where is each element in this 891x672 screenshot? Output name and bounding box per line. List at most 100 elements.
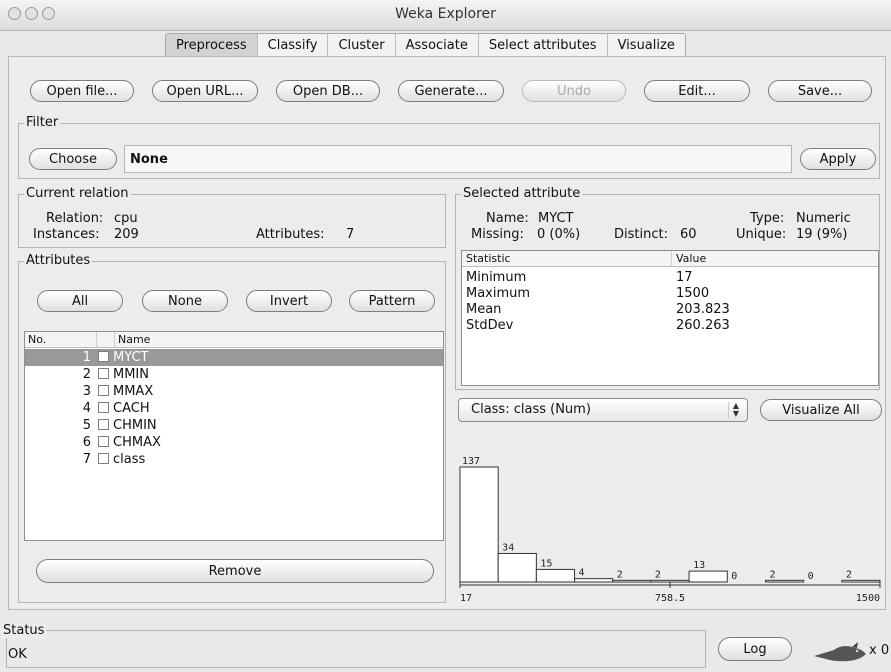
- attribute-row[interactable]: 5 CHMIN: [25, 417, 443, 434]
- status-title: Status: [1, 623, 47, 638]
- histogram-bar-label: 34: [502, 542, 514, 553]
- class-select[interactable]: Class: class (Num) ▲ ▼: [458, 398, 748, 422]
- attribute-no: 1: [82, 350, 91, 365]
- histogram-bar-label: 0: [808, 571, 814, 582]
- statistic-value: 260.263: [676, 318, 730, 333]
- histogram-bar: [497, 552, 537, 583]
- task-count: x 0: [869, 643, 890, 658]
- attribute-name: MMAX: [113, 384, 154, 399]
- apply-filter-button[interactable]: Apply: [800, 148, 876, 170]
- attr-type-value: Numeric: [796, 211, 851, 226]
- filter-field[interactable]: None: [124, 145, 792, 173]
- statistic-row: StdDev 260.263: [462, 318, 878, 333]
- statistic-name: Mean: [466, 302, 502, 317]
- attribute-no: 4: [82, 401, 91, 416]
- remove-button[interactable]: Remove: [36, 559, 434, 583]
- open-file-button[interactable]: Open file...: [30, 80, 134, 102]
- save-button[interactable]: Save...: [768, 80, 872, 102]
- attr-unique-label: Unique:: [736, 227, 787, 242]
- invert-selection-button[interactable]: Invert: [246, 290, 332, 312]
- attr-type-label: Type:: [750, 211, 785, 226]
- attribute-histogram: 137 34 15 4 2 2 13 0 2 0 2 17 758.5 1500: [459, 456, 881, 604]
- tab-associate[interactable]: Associate: [396, 34, 479, 58]
- histogram-bar: [764, 579, 805, 583]
- attribute-checkbox[interactable]: [98, 453, 109, 464]
- statistic-row: Minimum 17: [462, 270, 878, 285]
- attribute-row[interactable]: 4 CACH: [25, 400, 443, 417]
- attribute-checkbox[interactable]: [98, 436, 109, 447]
- attr-missing-label: Missing:: [471, 227, 524, 242]
- window-title: Weka Explorer: [395, 6, 496, 22]
- generate-button[interactable]: Generate...: [398, 80, 504, 102]
- tab-select-attributes[interactable]: Select attributes: [479, 34, 608, 58]
- column-name[interactable]: Name: [115, 332, 443, 348]
- instances-value: 209: [114, 227, 139, 242]
- chevron-updown-icon: ▲ ▼: [728, 402, 743, 418]
- attribute-checkbox[interactable]: [98, 419, 109, 430]
- histogram-bar-label: 15: [540, 558, 552, 569]
- attribute-row[interactable]: 1 MYCT: [25, 349, 443, 366]
- histogram-bar: [688, 570, 728, 583]
- attribute-row[interactable]: 3 MMAX: [25, 383, 443, 400]
- attr-unique-value: 19 (9%): [796, 227, 848, 242]
- open-db-button[interactable]: Open DB...: [276, 80, 380, 102]
- statistic-name: StdDev: [466, 318, 514, 333]
- tab-cluster[interactable]: Cluster: [328, 34, 396, 58]
- statistic-row: Maximum 1500: [462, 286, 878, 301]
- class-select-value: Class: class (Num): [471, 402, 591, 417]
- attribute-checkbox[interactable]: [98, 402, 109, 413]
- selected-attribute-title: Selected attribute: [461, 186, 583, 201]
- edit-button[interactable]: Edit...: [644, 80, 750, 102]
- statistic-name: Maximum: [466, 286, 531, 301]
- relation-value: cpu: [114, 211, 138, 226]
- tab-classify[interactable]: Classify: [258, 34, 329, 58]
- undo-button[interactable]: Undo: [522, 80, 626, 102]
- column-checkbox[interactable]: [97, 332, 115, 348]
- select-all-button[interactable]: All: [37, 290, 123, 312]
- status-group: [6, 630, 706, 668]
- attribute-checkbox[interactable]: [98, 351, 109, 362]
- tab-visualize[interactable]: Visualize: [608, 34, 685, 58]
- histogram-axis-label: 758.5: [655, 593, 685, 604]
- attribute-checkbox[interactable]: [98, 385, 109, 396]
- statistics-table[interactable]: Statistic Value Minimum 17 Maximum 1500 …: [461, 250, 879, 386]
- attr-missing-value: 0 (0%): [537, 227, 581, 242]
- histogram-bar: [841, 579, 881, 583]
- filter-title: Filter: [24, 115, 61, 130]
- attribute-row[interactable]: 2 MMIN: [25, 366, 443, 383]
- tab-preprocess[interactable]: Preprocess: [166, 34, 258, 58]
- attr-distinct-value: 60: [680, 227, 697, 242]
- instances-label: Instances:: [33, 227, 100, 242]
- current-relation-title: Current relation: [24, 186, 131, 201]
- attribute-row[interactable]: 6 CHMAX: [25, 434, 443, 451]
- attribute-row[interactable]: 7 class: [25, 451, 443, 468]
- histogram-axis-label: 17: [460, 593, 472, 604]
- histogram-bar: [612, 579, 652, 583]
- attributes-table[interactable]: No. Name 1 MYCT 2 MMIN 3 MMAX 4 CACH 5 C…: [24, 331, 444, 541]
- select-none-button[interactable]: None: [142, 290, 228, 312]
- statistic-value: 1500: [676, 286, 710, 301]
- statistic-value: 203.823: [676, 302, 730, 317]
- choose-filter-button[interactable]: Choose: [29, 148, 117, 170]
- relation-label: Relation:: [46, 211, 104, 226]
- column-value[interactable]: Value: [672, 251, 878, 267]
- column-no[interactable]: No.: [25, 332, 97, 348]
- attribute-name: MYCT: [113, 350, 149, 365]
- log-button[interactable]: Log: [718, 637, 792, 661]
- histogram-bar-label: 2: [617, 569, 623, 580]
- attr-name-value: MYCT: [538, 211, 574, 226]
- visualize-all-button[interactable]: Visualize All: [760, 399, 882, 421]
- statistic-value: 17: [676, 270, 693, 285]
- histogram-bar: [574, 578, 614, 583]
- histogram-bar-label: 13: [693, 560, 705, 571]
- attribute-name: MMIN: [113, 367, 149, 382]
- statistic-name: Minimum: [466, 270, 527, 285]
- column-statistic[interactable]: Statistic: [462, 251, 672, 267]
- open-url-button[interactable]: Open URL...: [152, 80, 258, 102]
- pattern-button[interactable]: Pattern: [349, 290, 435, 312]
- attribute-checkbox[interactable]: [98, 368, 109, 379]
- attribute-name: class: [113, 452, 146, 467]
- attribute-no: 7: [82, 452, 91, 467]
- weka-bird-icon: [814, 642, 866, 662]
- attr-distinct-label: Distinct:: [614, 227, 668, 242]
